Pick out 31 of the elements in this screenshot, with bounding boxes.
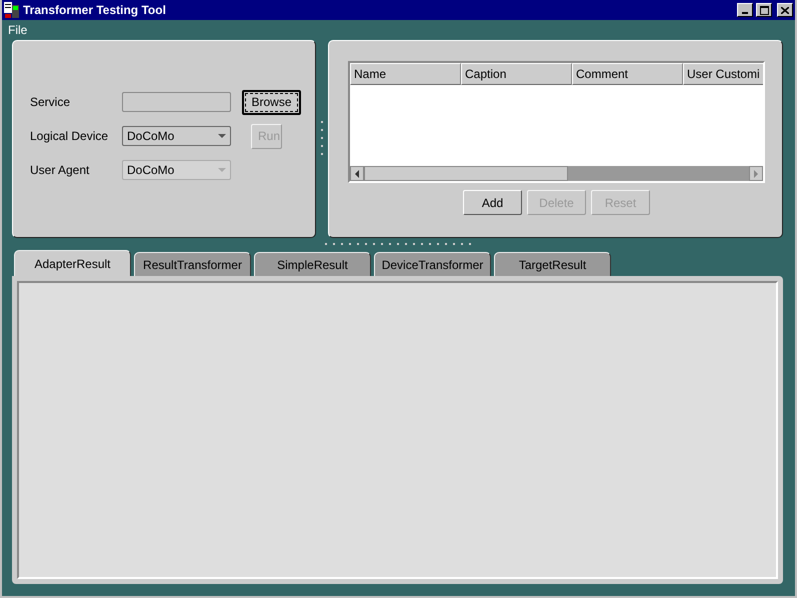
tab[interactable]: ResultTransformer — [134, 252, 251, 276]
scroll-left-icon — [355, 170, 359, 178]
window-title: Transformer Testing Tool — [23, 3, 167, 17]
maximize-button[interactable] — [756, 3, 772, 17]
splitter-handle[interactable] — [324, 242, 470, 246]
column-header[interactable]: Comment — [572, 63, 683, 85]
dropdown[interactable]: DoCoMo — [122, 126, 231, 146]
caret-icon — [218, 134, 226, 138]
tab[interactable]: TargetResult — [494, 252, 611, 276]
tab[interactable]: AdapterResult — [14, 250, 131, 276]
scroll-right-icon — [754, 170, 758, 178]
caret-icon — [218, 168, 226, 172]
minimize-button[interactable] — [737, 3, 753, 17]
maximize-icon — [760, 6, 768, 14]
field-label: Logical Device — [30, 129, 110, 143]
close-icon — [781, 6, 789, 14]
scroll-thumb[interactable] — [364, 166, 568, 181]
close-button[interactable] — [777, 3, 793, 17]
column-header[interactable]: Name — [350, 63, 461, 85]
browse-button[interactable]: Browse — [242, 90, 301, 114]
column-header[interactable]: User Customi — [683, 63, 763, 85]
app-icon — [4, 2, 20, 18]
tab[interactable]: SimpleResult — [254, 252, 371, 276]
table-action-button[interactable]: Add — [463, 190, 522, 215]
column-header[interactable]: Caption — [461, 63, 572, 85]
menu-item[interactable]: File — [8, 23, 28, 37]
field-label: Service — [30, 95, 72, 109]
horizontal-scrollbar[interactable] — [350, 166, 763, 181]
field-label: User Agent — [30, 163, 90, 177]
tab[interactable]: DeviceTransformer — [374, 252, 491, 276]
splitter-handle[interactable] — [320, 121, 324, 157]
